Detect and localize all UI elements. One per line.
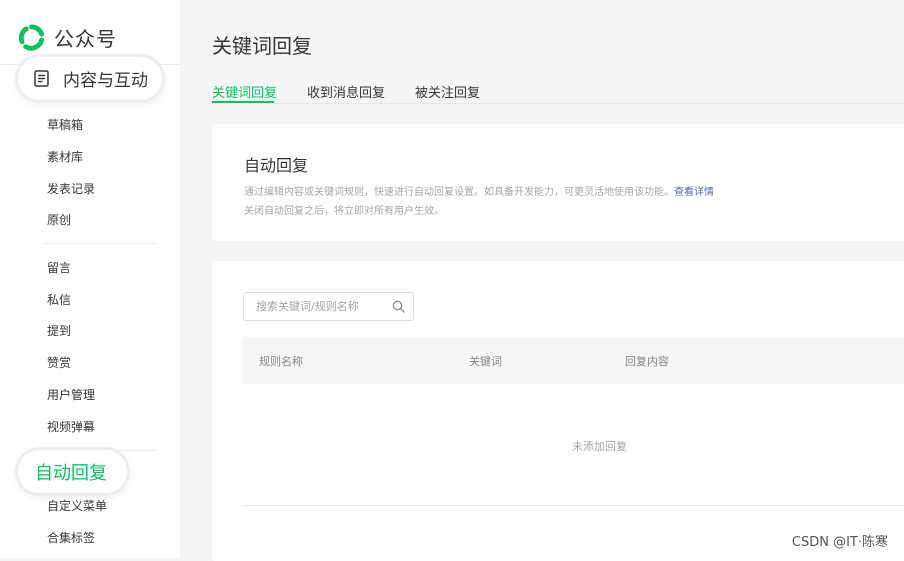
sidebar-item-auto-reply-label: 自动回复: [35, 462, 107, 484]
sidebar-item-mentions[interactable]: 提到: [47, 323, 71, 339]
logo[interactable]: 公众号: [18, 23, 117, 51]
empty-state-text: 未添加回复: [572, 440, 627, 453]
tab-follow-reply[interactable]: 被关注回复: [415, 82, 480, 101]
column-header-keyword: 关键词: [469, 355, 502, 368]
auto-reply-card-title: 自动回复: [244, 156, 309, 175]
logo-text: 公众号: [54, 26, 117, 51]
search-input[interactable]: [244, 293, 396, 320]
document-icon: [34, 70, 49, 87]
sidebar: 公众号 内容与互动 草稿箱 素材库 发表记录 原创 留言 私信 提到 赞赏 用户…: [0, 0, 180, 558]
rules-table-header: 规则名称 关键词 回复内容: [243, 337, 904, 384]
column-header-rule-name: 规则名称: [259, 355, 303, 368]
rules-card: 规则名称 关键词 回复内容 未添加回复: [212, 261, 904, 561]
sidebar-item-messages[interactable]: 私信: [47, 292, 71, 308]
table-bottom-divider: [243, 505, 904, 506]
sidebar-item-rewards[interactable]: 赞赏: [47, 355, 71, 371]
sidebar-item-video-danmaku[interactable]: 视频弹幕: [47, 419, 95, 435]
sidebar-item-drafts[interactable]: 草稿箱: [47, 117, 83, 133]
sidebar-item-custom-menu[interactable]: 自定义菜单: [47, 498, 107, 514]
sidebar-section-content-label: 内容与互动: [63, 71, 148, 91]
sidebar-item-user-management[interactable]: 用户管理: [47, 387, 95, 403]
sidebar-item-comments[interactable]: 留言: [47, 260, 71, 276]
sidebar-item-publish-records[interactable]: 发表记录: [47, 181, 95, 197]
column-header-reply-content: 回复内容: [625, 355, 669, 368]
page-title: 关键词回复: [212, 34, 312, 58]
tab-keyword-reply[interactable]: 关键词回复: [212, 82, 277, 101]
search-box[interactable]: [243, 292, 414, 321]
auto-reply-description-text: 通过编辑内容或关键词规则，快速进行自动回复设置。如具备开发能力，可更灵活地使用该…: [244, 187, 674, 198]
search-icon[interactable]: [392, 300, 405, 313]
active-tab-indicator: [212, 101, 274, 103]
sidebar-divider: [44, 243, 156, 244]
tab-message-reply[interactable]: 收到消息回复: [307, 82, 385, 101]
sidebar-item-original[interactable]: 原创: [47, 212, 71, 228]
sidebar-item-materials[interactable]: 素材库: [47, 149, 83, 165]
auto-reply-description: 通过编辑内容或关键词规则，快速进行自动回复设置。如具备开发能力，可更灵活地使用该…: [244, 183, 714, 198]
view-details-link[interactable]: 查看详情: [674, 187, 714, 198]
watermark: CSDN @IT·陈寒: [791, 535, 888, 550]
sidebar-section-content[interactable]: 内容与互动: [18, 57, 162, 100]
sidebar-item-collection-tags[interactable]: 合集标签: [47, 530, 95, 546]
official-account-logo-icon: [18, 23, 45, 51]
sidebar-item-auto-reply[interactable]: 自动回复: [18, 450, 127, 493]
tabs-baseline: [212, 103, 904, 104]
auto-reply-note: 关闭自动回复之后，将立即对所有用户生效。: [244, 206, 444, 217]
auto-reply-card: 自动回复 通过编辑内容或关键词规则，快速进行自动回复设置。如具备开发能力，可更灵…: [212, 124, 904, 241]
